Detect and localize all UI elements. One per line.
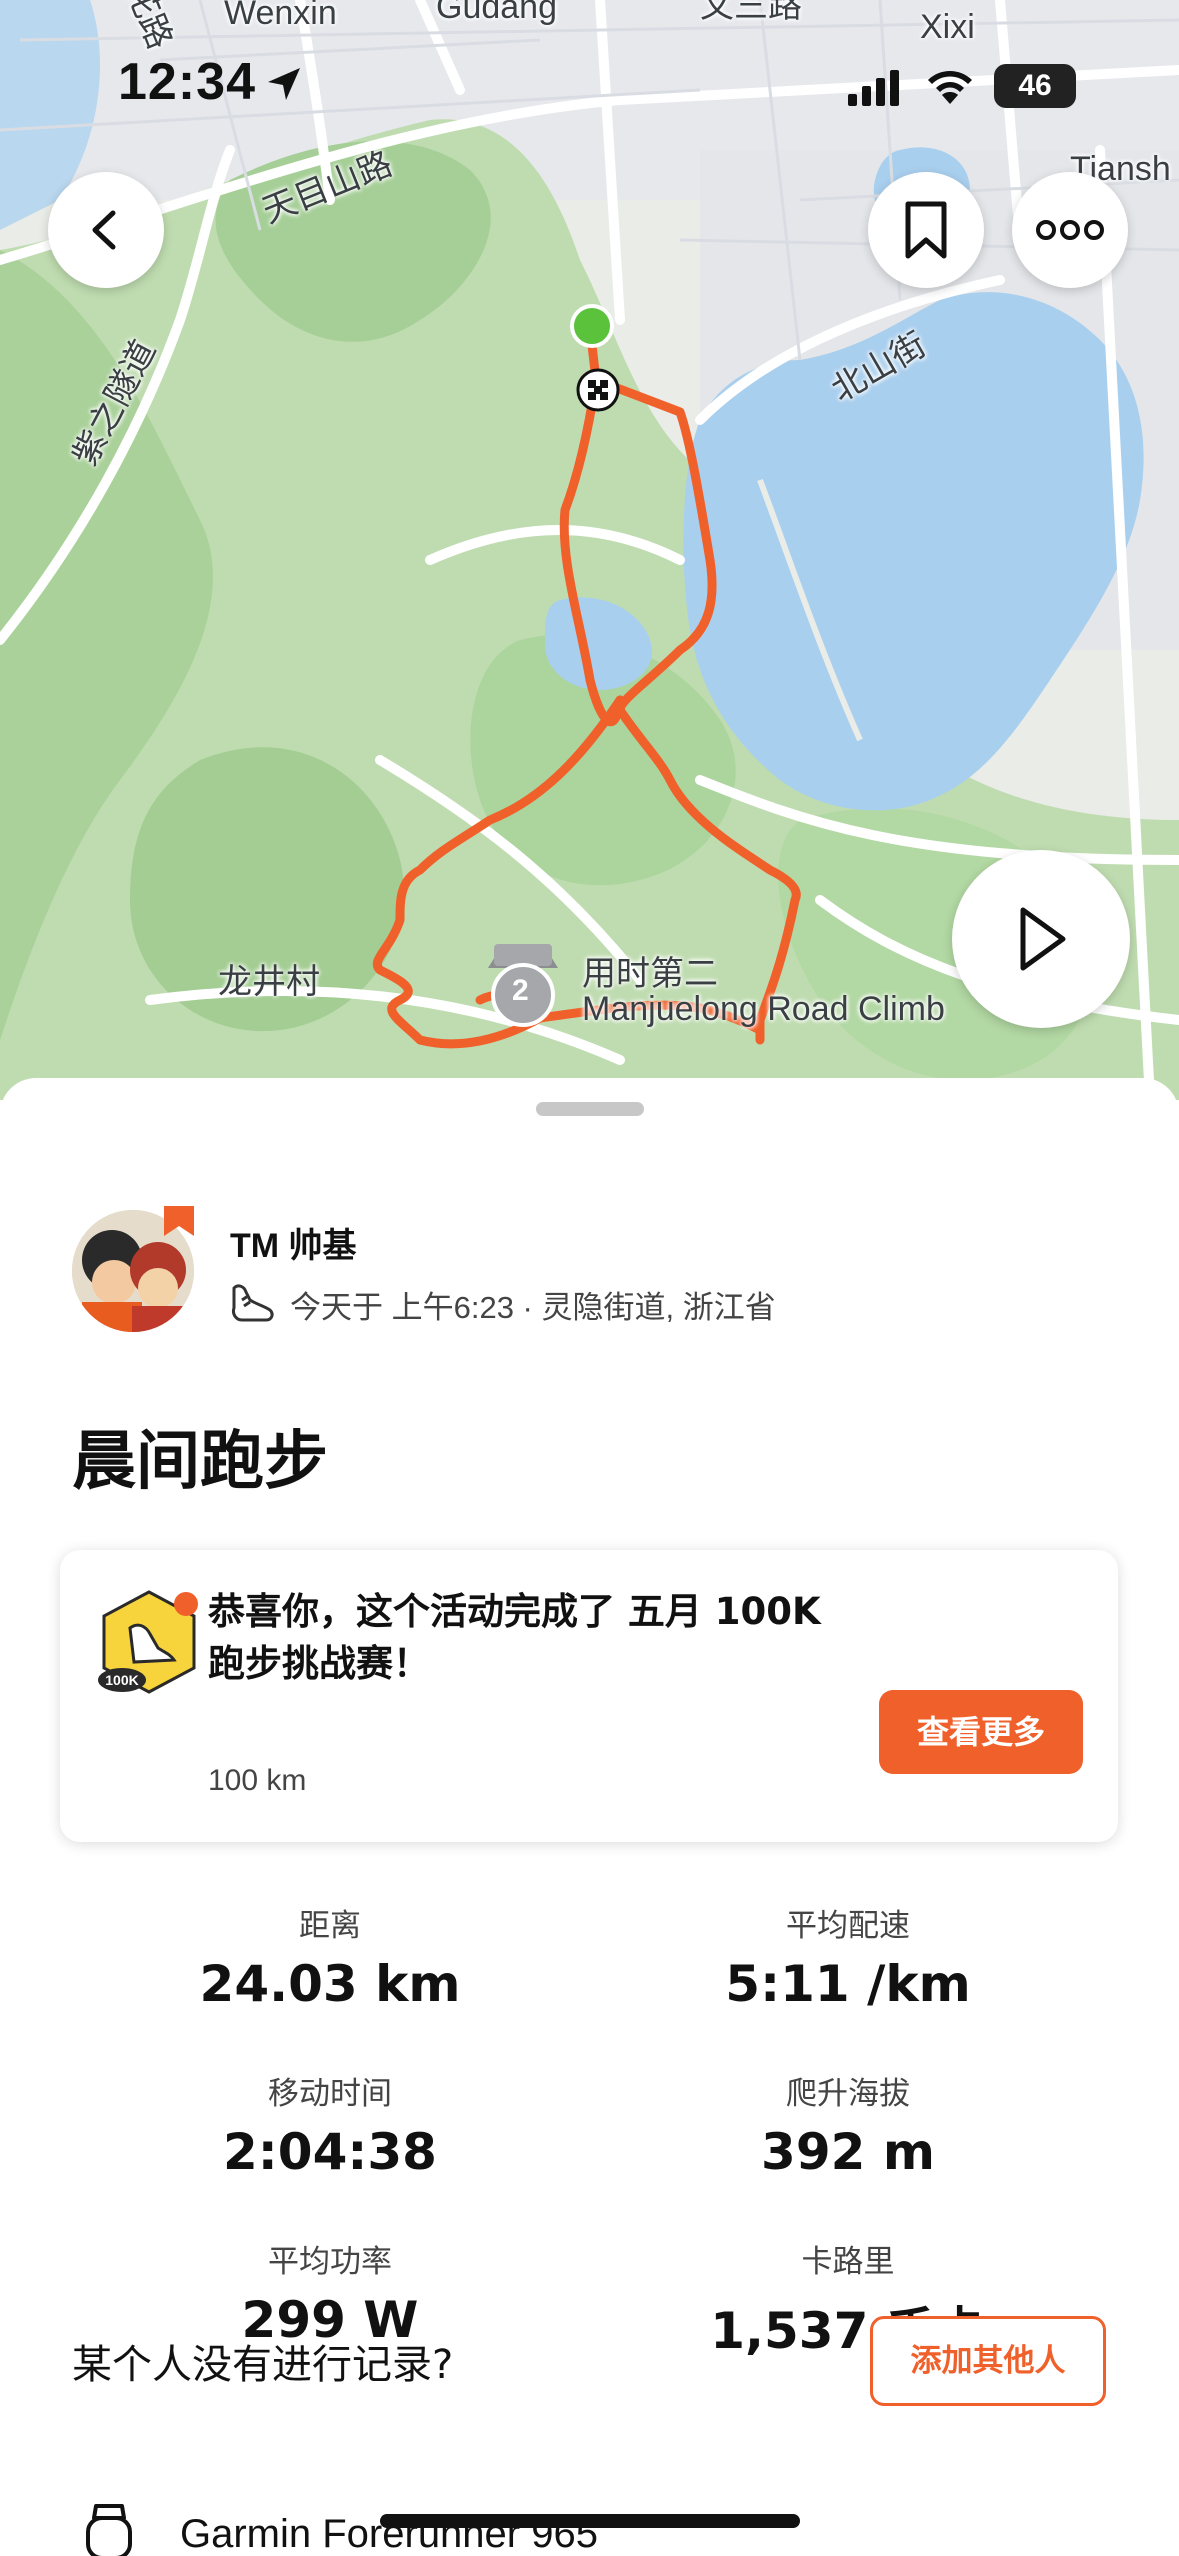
- wifi-icon: [928, 71, 972, 104]
- stat-value: 24.03 km: [199, 1955, 461, 2013]
- challenge-badge-icon: 100K: [98, 1590, 198, 1694]
- play-flyover-button[interactable]: [952, 850, 1130, 1028]
- challenge-distance: 100 km: [208, 1764, 307, 1797]
- stat-elevation-gain: 爬升海拔 392 m: [588, 2068, 1108, 2181]
- battery-indicator: 46: [994, 64, 1076, 108]
- segment-name-label[interactable]: Manjuelong Road Climb: [582, 990, 945, 1029]
- stat-avg-pace: 平均配速 5:11 /km: [588, 1900, 1108, 2013]
- bookmark-icon: [905, 201, 947, 259]
- add-others-button[interactable]: 添加其他人: [870, 2316, 1106, 2406]
- status-bar: 12:34 46: [0, 0, 1179, 170]
- stat-value: 392 m: [761, 2123, 935, 2181]
- segment-medal-rank: 2: [512, 974, 529, 1007]
- stat-label: 平均配速: [786, 1908, 910, 1944]
- back-button[interactable]: [48, 172, 164, 288]
- activity-title: 晨间跑步: [72, 1425, 328, 1499]
- see-more-button[interactable]: 查看更多: [879, 1690, 1083, 1774]
- chevron-left-icon: [92, 210, 116, 250]
- stat-value: 2:04:38: [223, 2123, 437, 2181]
- stat-label: 距离: [299, 1908, 361, 1944]
- run-shoe-icon: [232, 1284, 274, 1322]
- badge-100k-text: 100K: [105, 1672, 138, 1688]
- stat-distance: 距离 24.03 km: [70, 1900, 590, 2013]
- route-map[interactable]: Wenxin Gudang 文三路 Xixi Tiansh 花路 天目山路 北山…: [0, 0, 1179, 1100]
- stat-value: 5:11 /km: [725, 1955, 971, 2013]
- activity-meta: 今天于 上午6:23 · 灵隐街道, 浙江省: [290, 1290, 776, 1325]
- subscriber-badge-icon: [164, 1206, 194, 1236]
- stat-label: 平均功率: [268, 2244, 392, 2280]
- location-arrow-icon: [268, 68, 300, 100]
- challenge-message: 恭喜你，这个活动完成了 五月 100K 跑步挑战赛！: [208, 1590, 821, 1685]
- home-indicator[interactable]: [380, 2514, 800, 2528]
- challenge-card[interactable]: 100K 恭喜你，这个活动完成了 五月 100K 跑步挑战赛！ 100 km 查…: [60, 1550, 1118, 1842]
- sheet-drag-handle[interactable]: [536, 1102, 644, 1116]
- stat-label: 移动时间: [268, 2076, 392, 2112]
- unrecorded-prompt: 某个人没有进行记录?: [72, 2342, 454, 2388]
- segment-rank-label[interactable]: 用时第二: [582, 946, 718, 995]
- watch-icon: [86, 2504, 132, 2556]
- bookmark-button[interactable]: [868, 172, 984, 288]
- more-dots-icon: [1036, 220, 1104, 240]
- status-time: 12:34: [118, 53, 256, 111]
- athlete-name[interactable]: TM 帅基: [230, 1218, 357, 1267]
- cellular-signal-icon: [848, 70, 899, 106]
- play-icon: [1020, 907, 1066, 971]
- map-label-longjing: 龙井村: [218, 963, 320, 1001]
- stat-moving-time: 移动时间 2:04:38: [70, 2068, 590, 2181]
- stat-label: 爬升海拔: [786, 2076, 910, 2112]
- stat-label: 卡路里: [801, 2244, 895, 2280]
- more-options-button[interactable]: [1012, 172, 1128, 288]
- activity-detail-sheet: TM 帅基 今天于 上午6:23 · 灵隐街道, 浙江省 晨间跑步 100K 恭…: [0, 1078, 1179, 2556]
